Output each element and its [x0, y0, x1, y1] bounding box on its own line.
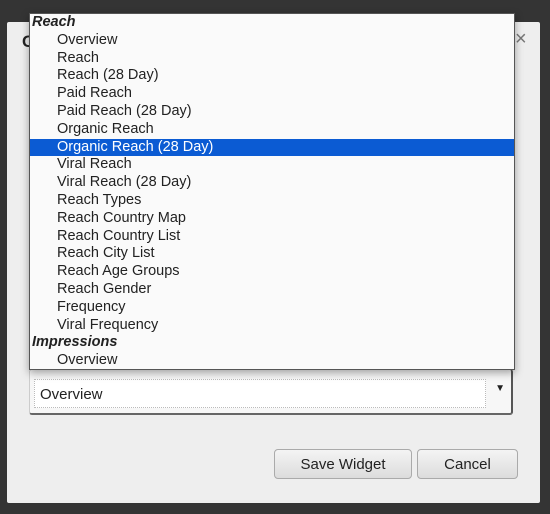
dropdown-option[interactable]: Reach Country List	[30, 228, 514, 246]
dropdown-option[interactable]: Organic Reach (28 Day)	[30, 138, 514, 157]
dropdown-option[interactable]: Paid Reach	[30, 85, 514, 103]
dropdown-option[interactable]: Frequency	[30, 299, 514, 317]
widget-type-select[interactable]: Overview ▼	[29, 369, 513, 415]
dropdown-option[interactable]: Reach City List	[30, 245, 514, 263]
option-group-label: Reach	[32, 14, 76, 30]
save-widget-button[interactable]: Save Widget	[274, 449, 412, 479]
close-icon[interactable]: ×	[515, 28, 527, 51]
dropdown-list[interactable]: Reach Overview Reach Reach (28 Day) Paid Rea…	[29, 13, 515, 370]
option-group-label: Impressions	[32, 334, 118, 351]
dropdown-option[interactable]: Organic Reach	[30, 121, 514, 139]
select-value: Overview	[34, 379, 486, 408]
dropdown-option[interactable]: Reach (28 Day)	[30, 67, 514, 85]
dropdown-option[interactable]: Reach Age Groups	[30, 263, 514, 281]
chevron-down-icon: ▼	[495, 383, 505, 394]
dropdown-option[interactable]: Overview	[30, 32, 514, 50]
dropdown-option[interactable]: Reach Types	[30, 192, 514, 210]
dropdown-option[interactable]: Reach Country Map	[30, 210, 514, 228]
dropdown-option[interactable]: Reach Gender	[30, 281, 514, 299]
dropdown-option[interactable]: Reach	[30, 50, 514, 68]
cancel-button[interactable]: Cancel	[417, 449, 518, 479]
dropdown-option[interactable]: Viral Reach	[30, 156, 514, 174]
dropdown-option[interactable]: Overview	[30, 352, 514, 369]
dropdown-option[interactable]: Viral Frequency	[30, 317, 514, 335]
dropdown-option[interactable]: Paid Reach (28 Day)	[30, 103, 514, 121]
dropdown-option[interactable]: Viral Reach (28 Day)	[30, 174, 514, 192]
